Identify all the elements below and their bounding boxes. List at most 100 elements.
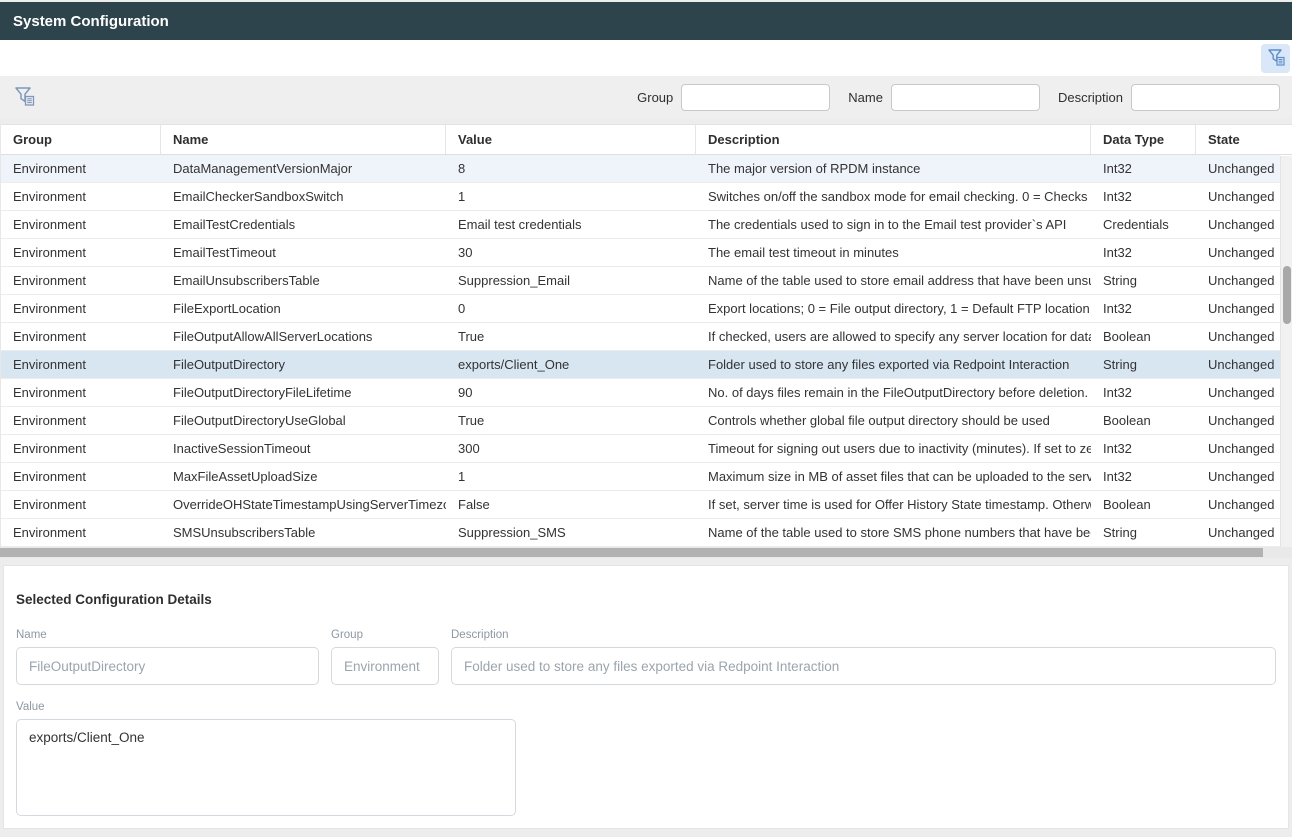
cell-state: Unchanged <box>1196 351 1280 378</box>
description-filter-input[interactable] <box>1131 84 1280 111</box>
cell-name: FileOutputAllowAllServerLocations <box>161 323 446 350</box>
cell-value: 30 <box>446 239 696 266</box>
table-row[interactable]: EnvironmentInactiveSessionTimeout300Time… <box>1 435 1280 463</box>
cell-value: 8 <box>446 155 696 182</box>
filter-fields: Group Name Description <box>619 84 1280 111</box>
cell-value: exports/Client_One <box>446 351 696 378</box>
cell-state: Unchanged <box>1196 155 1280 182</box>
cell-state: Unchanged <box>1196 239 1280 266</box>
table-row[interactable]: EnvironmentEmailCheckerSandboxSwitch1Swi… <box>1 183 1280 211</box>
details-name-value: FileOutputDirectory <box>16 647 319 685</box>
column-header-name[interactable]: Name <box>161 125 446 154</box>
table-row[interactable]: EnvironmentFileOutputDirectoryFileLifeti… <box>1 379 1280 407</box>
grid-filter-button[interactable] <box>12 84 40 110</box>
name-filter-input[interactable] <box>891 84 1040 111</box>
cell-group: Environment <box>1 379 161 406</box>
group-filter-input[interactable] <box>681 84 830 111</box>
cell-data-type: Int32 <box>1091 435 1196 462</box>
details-field-value: Value exports/Client_One <box>16 701 1276 816</box>
description-filter-label: Description <box>1058 90 1123 105</box>
column-header-value[interactable]: Value <box>446 125 696 154</box>
config-table-header: Group Name Value Description Data Type S… <box>1 125 1292 155</box>
cell-state: Unchanged <box>1196 407 1280 434</box>
table-row[interactable]: EnvironmentFileExportLocation0Export loc… <box>1 295 1280 323</box>
details-panel: Selected Configuration Details Name File… <box>3 565 1289 829</box>
column-header-data-type[interactable]: Data Type <box>1091 125 1196 154</box>
vertical-scrollbar-thumb[interactable] <box>1283 266 1291 324</box>
cell-name: OverrideOHStateTimestampUsingServerTimez… <box>161 491 446 518</box>
cell-description: The credentials used to sign in to the E… <box>696 211 1091 238</box>
table-row[interactable]: EnvironmentDataManagementVersionMajor8Th… <box>1 155 1280 183</box>
cell-description: Name of the table used to store email ad… <box>696 267 1091 294</box>
filter-list-icon <box>1266 47 1286 70</box>
horizontal-scrollbar-thumb[interactable] <box>0 548 1263 557</box>
details-value-textarea[interactable]: exports/Client_One <box>16 719 516 816</box>
cell-value: 300 <box>446 435 696 462</box>
name-filter-label: Name <box>848 90 883 105</box>
column-header-group[interactable]: Group <box>1 125 161 154</box>
cell-data-type: String <box>1091 351 1196 378</box>
vertical-scrollbar[interactable] <box>1280 156 1292 547</box>
cell-description: If checked, users are allowed to specify… <box>696 323 1091 350</box>
cell-data-type: Boolean <box>1091 407 1196 434</box>
cell-name: InactiveSessionTimeout <box>161 435 446 462</box>
table-row[interactable]: EnvironmentEmailTestTimeout30The email t… <box>1 239 1280 267</box>
filter-toggle-button[interactable] <box>1261 44 1290 73</box>
cell-state: Unchanged <box>1196 183 1280 210</box>
cell-description: Controls whether global file output dire… <box>696 407 1091 434</box>
cell-name: SMSUnsubscribersTable <box>161 519 446 546</box>
cell-group: Environment <box>1 491 161 518</box>
cell-group: Environment <box>1 323 161 350</box>
cell-description: The major version of RPDM instance <box>696 155 1091 182</box>
cell-name: FileOutputDirectory <box>161 351 446 378</box>
config-table-body: EnvironmentDataManagementVersionMajor8Th… <box>1 155 1292 547</box>
details-group-label: Group <box>331 629 439 641</box>
table-row[interactable]: EnvironmentEmailUnsubscribersTableSuppre… <box>1 267 1280 295</box>
cell-description: If set, server time is used for Offer Hi… <box>696 491 1091 518</box>
cell-description: Folder used to store any files exported … <box>696 351 1091 378</box>
column-header-state[interactable]: State <box>1196 125 1280 154</box>
table-row[interactable]: EnvironmentOverrideOHStateTimestampUsing… <box>1 491 1280 519</box>
cell-data-type: Int32 <box>1091 155 1196 182</box>
cell-name: DataManagementVersionMajor <box>161 155 446 182</box>
group-filter-label: Group <box>637 90 673 105</box>
cell-group: Environment <box>1 295 161 322</box>
cell-state: Unchanged <box>1196 211 1280 238</box>
table-row[interactable]: EnvironmentFileOutputDirectoryUseGlobalT… <box>1 407 1280 435</box>
horizontal-scrollbar[interactable] <box>0 547 1292 558</box>
column-header-description[interactable]: Description <box>696 125 1091 154</box>
cell-value: False <box>446 491 696 518</box>
cell-data-type: Boolean <box>1091 491 1196 518</box>
cell-state: Unchanged <box>1196 519 1280 546</box>
details-field-name: Name FileOutputDirectory <box>16 629 319 685</box>
cell-data-type: Boolean <box>1091 323 1196 350</box>
cell-description: Maximum size in MB of asset files that c… <box>696 463 1091 490</box>
table-row[interactable]: EnvironmentFileOutputAllowAllServerLocat… <box>1 323 1280 351</box>
details-field-description: Description Folder used to store any fil… <box>451 629 1276 685</box>
cell-description: Timeout for signing out users due to ina… <box>696 435 1091 462</box>
cell-description: Name of the table used to store SMS phon… <box>696 519 1091 546</box>
cell-value: Suppression_SMS <box>446 519 696 546</box>
table-row[interactable]: EnvironmentMaxFileAssetUploadSize1Maximu… <box>1 463 1280 491</box>
cell-description: Export locations; 0 = File output direct… <box>696 295 1091 322</box>
cell-value: 90 <box>446 379 696 406</box>
cell-description: No. of days files remain in the FileOutp… <box>696 379 1091 406</box>
cell-data-type: Int32 <box>1091 463 1196 490</box>
cell-value: 1 <box>446 183 696 210</box>
cell-value: Email test credentials <box>446 211 696 238</box>
cell-group: Environment <box>1 351 161 378</box>
table-row[interactable]: EnvironmentEmailTestCredentialsEmail tes… <box>1 211 1280 239</box>
cell-group: Environment <box>1 155 161 182</box>
details-name-label: Name <box>16 629 319 641</box>
cell-name: EmailTestCredentials <box>161 211 446 238</box>
cell-name: FileOutputDirectoryUseGlobal <box>161 407 446 434</box>
cell-state: Unchanged <box>1196 463 1280 490</box>
cell-group: Environment <box>1 519 161 546</box>
cell-name: EmailUnsubscribersTable <box>161 267 446 294</box>
table-row[interactable]: EnvironmentFileOutputDirectoryexports/Cl… <box>1 351 1280 379</box>
cell-value: 1 <box>446 463 696 490</box>
filter-bar: Group Name Description <box>0 76 1292 118</box>
cell-data-type: Int32 <box>1091 183 1196 210</box>
table-row[interactable]: EnvironmentSMSUnsubscribersTableSuppress… <box>1 519 1280 547</box>
cell-value: Suppression_Email <box>446 267 696 294</box>
